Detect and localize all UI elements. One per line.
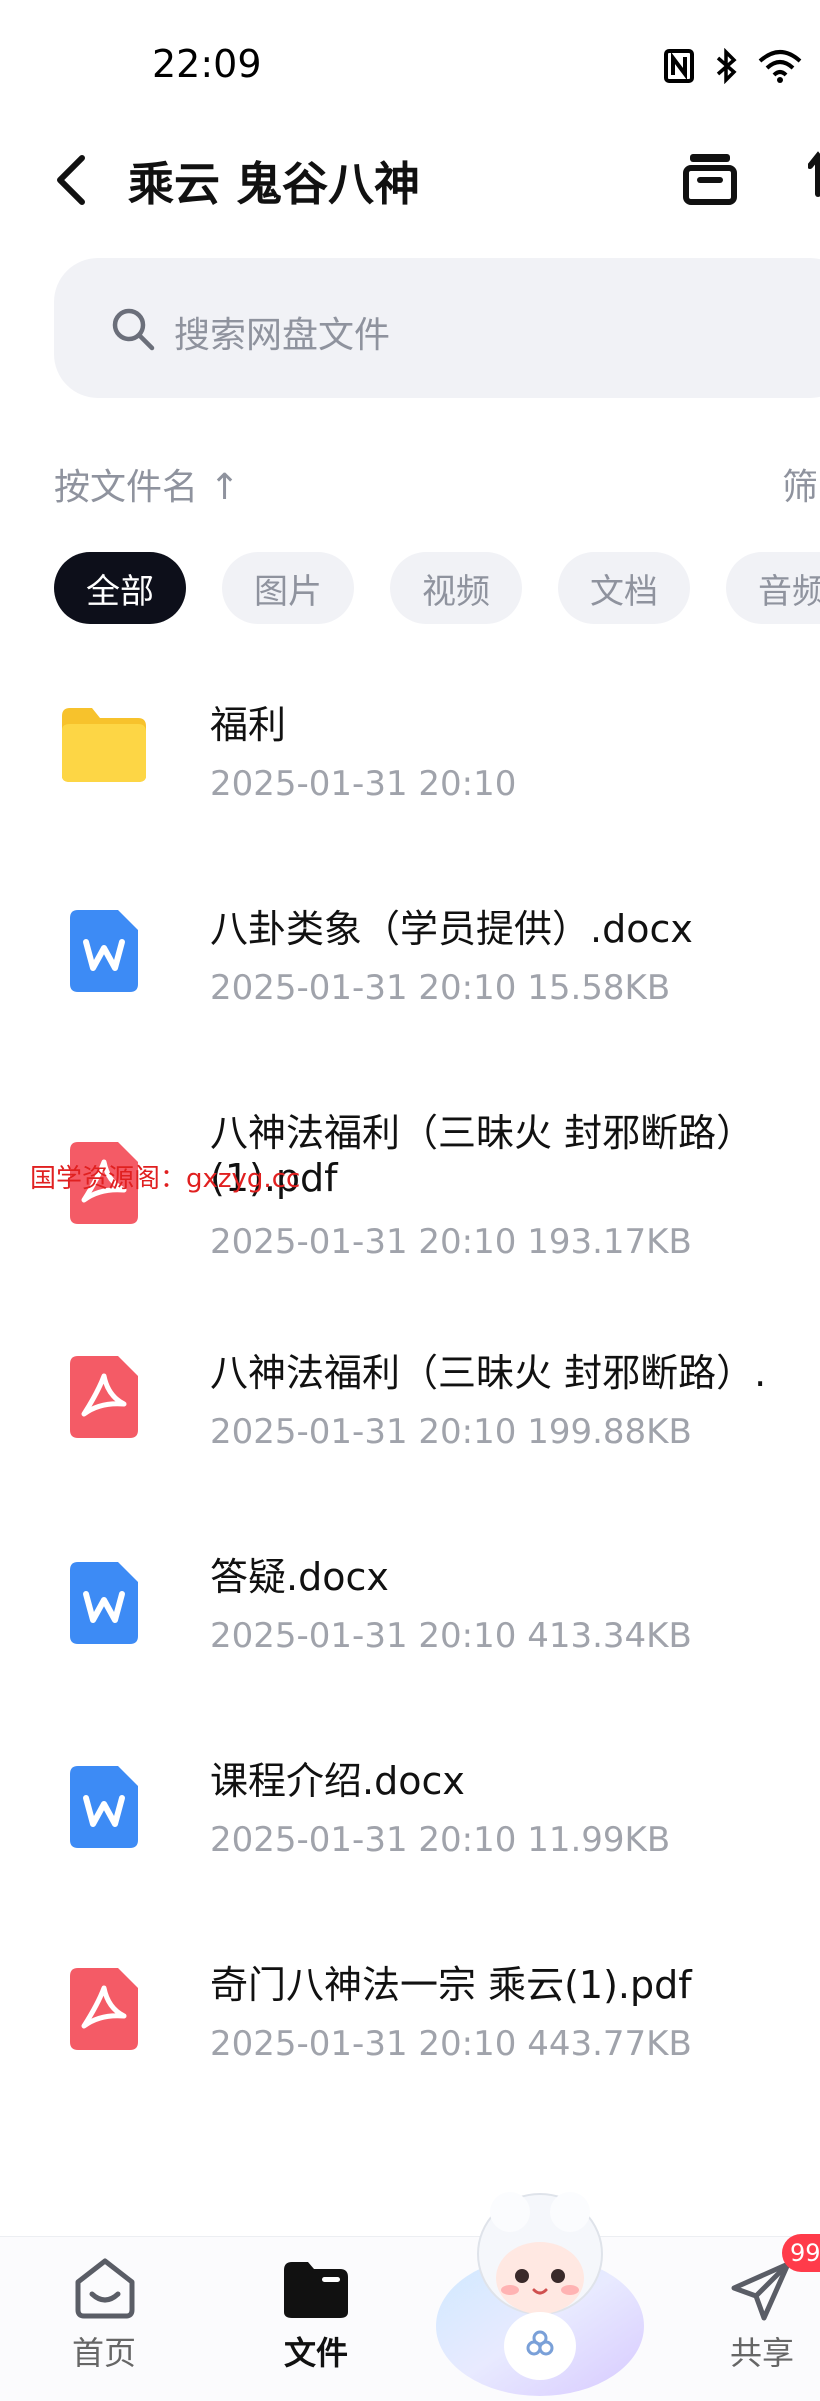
file-meta: 2025-01-31 20:10 193.17KB bbox=[210, 1222, 692, 1262]
mascot-assistant-button[interactable] bbox=[430, 2176, 650, 2400]
sort-by-name-button[interactable]: 按文件名 ↑ bbox=[54, 458, 240, 510]
chip-all[interactable]: 全部 bbox=[54, 552, 186, 624]
share-badge: 99 bbox=[782, 2234, 820, 2272]
nav-share-label: 共享 bbox=[730, 2334, 795, 2372]
chip-videos[interactable]: 视频 bbox=[390, 552, 522, 624]
file-name: 奇门八神法一宗 乘云(1).pdf bbox=[210, 1963, 692, 2007]
file-name: 福利 bbox=[210, 703, 287, 747]
chip-documents[interactable]: 文档 bbox=[558, 552, 690, 624]
word-doc-icon bbox=[70, 1562, 138, 1644]
wifi-icon bbox=[758, 50, 802, 83]
word-doc-icon bbox=[70, 910, 138, 992]
filter-button[interactable]: 筛 bbox=[782, 458, 818, 510]
search-placeholder: 搜索网盘文件 bbox=[174, 315, 391, 356]
file-meta: 2025-01-31 20:10 413.34KB bbox=[210, 1616, 692, 1656]
paper-plane-icon bbox=[731, 2261, 791, 2321]
upload-icon[interactable] bbox=[808, 150, 820, 200]
file-name: 八卦类象（学员提供）.docx bbox=[210, 907, 693, 951]
word-doc-icon bbox=[70, 1766, 138, 1848]
search-icon bbox=[112, 308, 155, 351]
file-meta: 2025-01-31 20:10 15.58KB bbox=[210, 968, 671, 1008]
chip-images[interactable]: 图片 bbox=[222, 552, 354, 624]
search-input[interactable] bbox=[54, 258, 820, 398]
file-meta: 2025-01-31 20:10 11.99KB bbox=[210, 1820, 671, 1860]
archive-icon[interactable] bbox=[680, 148, 740, 208]
folder-filled-icon bbox=[284, 2262, 348, 2318]
nav-home-label: 首页 bbox=[72, 2334, 137, 2372]
file-name: 八神法福利（三昧火 封邪断路） bbox=[210, 1111, 755, 1155]
folder-icon bbox=[62, 708, 146, 782]
nav-files-label: 文件 bbox=[284, 2334, 349, 2372]
status-time: 22:09 bbox=[152, 42, 262, 86]
bluetooth-icon bbox=[716, 48, 737, 84]
home-icon bbox=[75, 2258, 135, 2319]
page-title: 乘云 鬼谷八神 bbox=[128, 157, 421, 211]
file-name: 课程介绍.docx bbox=[210, 1759, 465, 1803]
pdf-icon bbox=[70, 1968, 138, 2050]
status-icons bbox=[664, 48, 820, 84]
back-arrow-icon[interactable] bbox=[52, 152, 92, 208]
file-meta: 2025-01-31 20:10 bbox=[210, 764, 517, 804]
file-name: 八神法福利（三昧火 封邪断路）. bbox=[210, 1351, 767, 1395]
nfc-icon bbox=[664, 49, 694, 83]
pdf-icon bbox=[70, 1356, 138, 1438]
chip-audio[interactable]: 音频 bbox=[726, 552, 820, 624]
file-meta: 2025-01-31 20:10 199.88KB bbox=[210, 1412, 692, 1452]
watermark: 国学资源阁：gxzyg.cc bbox=[30, 1164, 301, 1194]
file-meta: 2025-01-31 20:10 443.77KB bbox=[210, 2024, 692, 2064]
file-name: 答疑.docx bbox=[210, 1555, 389, 1599]
